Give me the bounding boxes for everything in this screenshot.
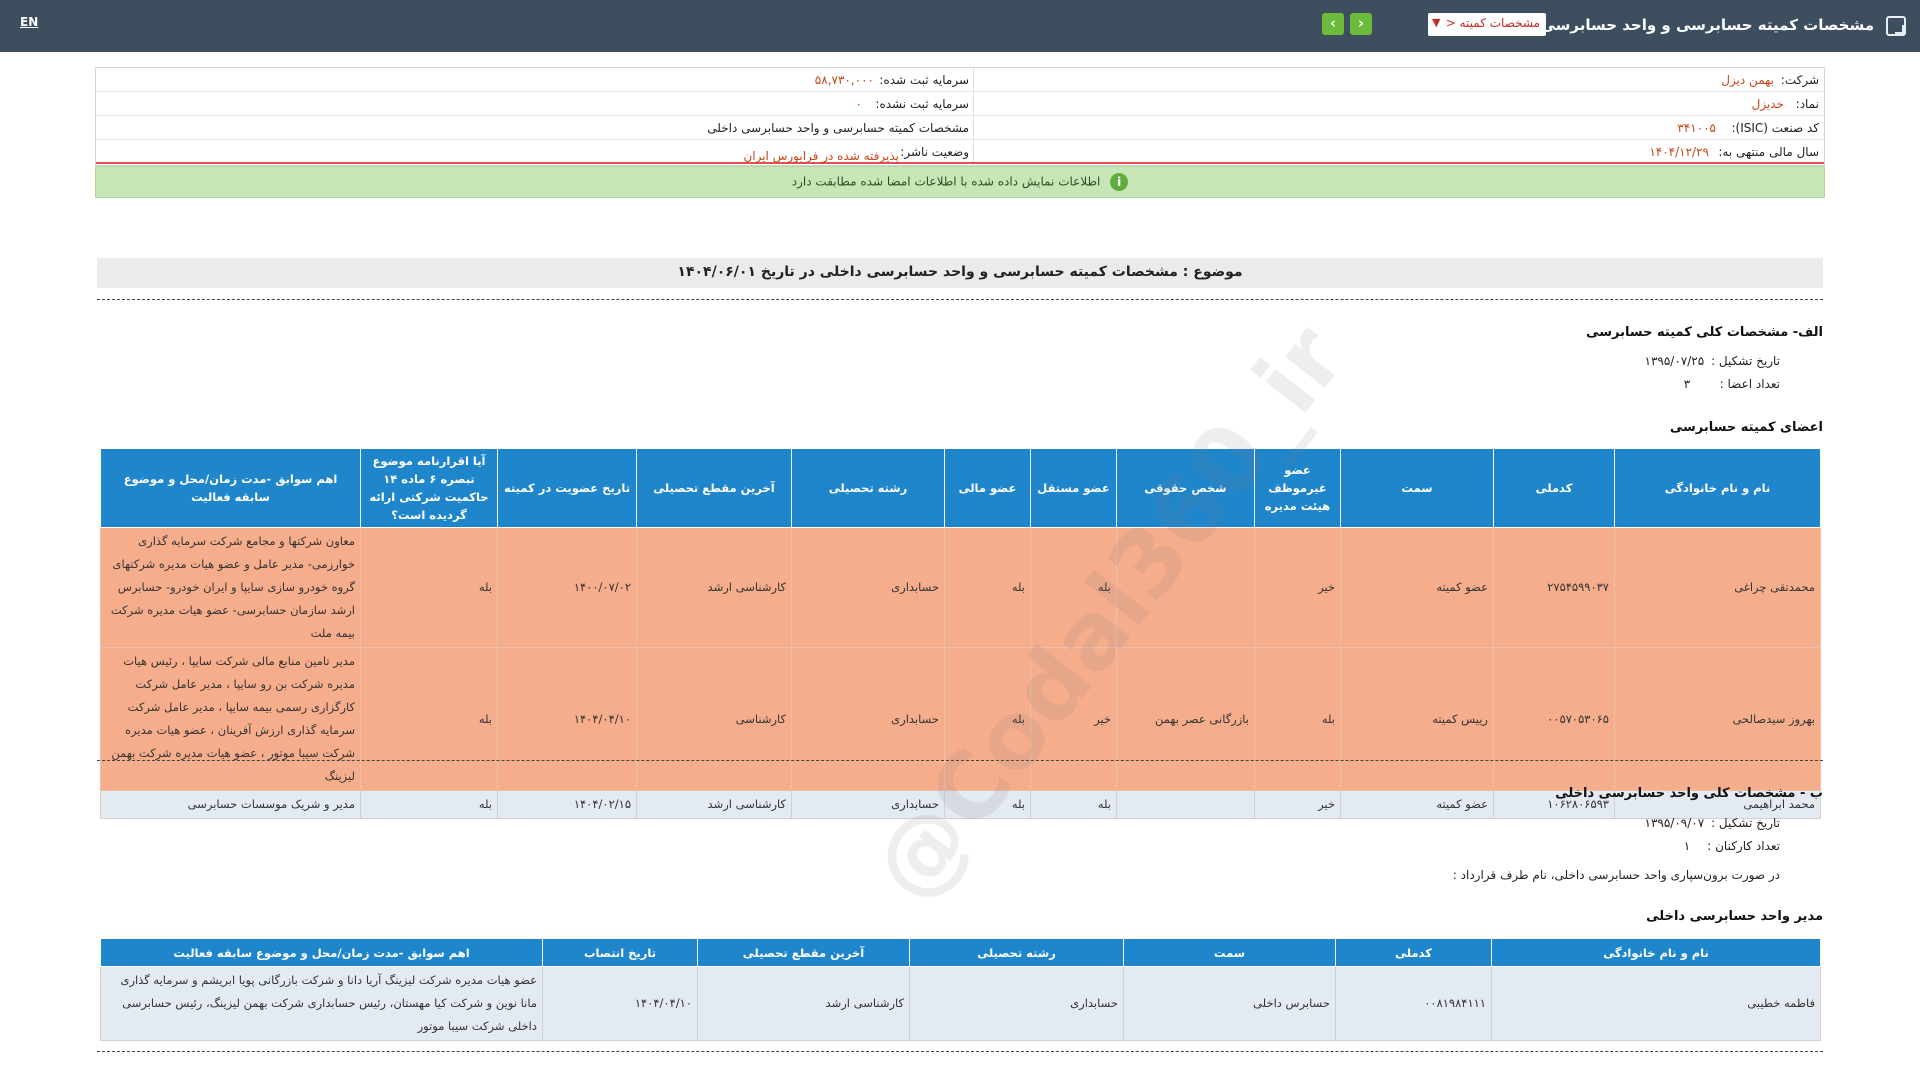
column-header: آخرین مقطع تحصیلی: [636, 448, 792, 528]
section-a-title: الف- مشخصات کلی کمیته حسابرسی: [1586, 325, 1823, 340]
info-icon: i: [1110, 173, 1129, 191]
column-header: تاریخ عضویت در کمیته: [497, 448, 637, 528]
column-header: سمت: [1340, 448, 1494, 528]
column-header: کدملی: [1335, 938, 1492, 967]
column-header: عضو مالی: [944, 448, 1031, 528]
publisher-status-value: پذیرفته شده در فرابورس ایران: [743, 149, 899, 163]
symbol-value[interactable]: خدیزل: [1752, 97, 1784, 111]
company-info-panel: شرکت: بهمن دیزل سرمایه ثبت شده: ۵۸,۷۳۰,۰…: [95, 67, 1825, 166]
page-title: مشخصات کمیته حسابرسی و واحد حسابرسی داخل…: [1490, 16, 1874, 34]
column-header: آیا اقرارنامه موضوع تبصره ۶ ماده ۱۴ حاکم…: [360, 448, 498, 528]
registered-capital-label: سرمایه ثبت شده:: [879, 73, 969, 87]
column-header: آخرین مقطع تحصیلی: [697, 938, 910, 967]
column-header: کدملی: [1493, 448, 1615, 528]
previous-report-button[interactable]: ‹: [1322, 13, 1344, 35]
next-report-button[interactable]: ›: [1350, 13, 1372, 35]
column-header: نام و نام خانوادگی: [1614, 448, 1821, 528]
column-header: رشته تحصیلی: [791, 448, 945, 528]
committee-formation-date: تاریخ تشکیل : ۱۳۹۵/۰۷/۲۵: [1644, 354, 1780, 368]
registered-capital-value: ۵۸,۷۳۰,۰۰۰: [814, 73, 874, 87]
audit-unit-formation-date: تاریخ تشکیل : ۱۳۹۵/۰۹/۰۷: [1644, 816, 1780, 830]
report-type-select-value: مشخصات کمیته: [1459, 16, 1540, 30]
fiscal-year-value: ۱۴۰۴/۱۲/۲۹: [1649, 145, 1709, 159]
column-header: اهم سوابق -مدت زمان/محل و موضوع سابقه فع…: [100, 938, 543, 967]
committee-members-table: نام و نام خانوادگی کدملی سمت عضو غیرموظف…: [100, 448, 1821, 819]
column-header: عضو مستقل: [1030, 448, 1117, 528]
signature-match-alert: i اطلاعات نمایش داده شده با اطلاعات امضا…: [95, 166, 1825, 198]
symbol-label: نماد:: [1795, 97, 1819, 111]
outsourcing-contractor: در صورت برون‌سپاری واحد حسابرسی داخلی، ن…: [1452, 868, 1780, 882]
publisher-status-label: وضعیت ناشر:: [900, 145, 969, 159]
table-header-row: نام و نام خانوادگی کدملی سمت عضو غیرموظف…: [100, 448, 1821, 528]
audit-manager-table: نام و نام خانوادگی کدملی سمت رشته تحصیلی…: [100, 938, 1821, 1041]
table-row: محمدتقی چراغی ۲۷۵۴۵۹۹۰۳۷ عضو کمیته خیر ب…: [100, 527, 1821, 648]
top-bar: EN مشخصات کمیته حسابرسی و واحد حسابرسی د…: [0, 0, 1920, 52]
alert-text: اطلاعات نمایش داده شده با اطلاعات امضا ش…: [791, 174, 1101, 189]
report-subject: موضوع : مشخصات کمیته حسابرسی و واحد حساب…: [97, 258, 1823, 288]
company-value[interactable]: بهمن دیزل: [1721, 73, 1774, 87]
column-header: شخص حقوقی: [1116, 448, 1255, 528]
column-header: سمت: [1123, 938, 1336, 967]
column-header: اهم سوابق -مدت زمان/محل و موضوع سابقه فع…: [100, 448, 361, 528]
language-toggle[interactable]: EN: [20, 15, 38, 29]
divider: [97, 299, 1823, 300]
audit-unit-staff-count: تعداد کارکنان : ۱: [1683, 839, 1780, 853]
unregistered-capital-label: سرمایه ثبت نشده:: [875, 97, 969, 111]
isic-label: کد صنعت (ISIC):: [1731, 121, 1819, 135]
committee-members-count: تعداد اعضا : ۳: [1683, 377, 1780, 391]
isic-value: ۳۴۱۰۰۵: [1677, 121, 1716, 135]
section-b-title: ب - مشخصات کلی واحد حسابرسی داخلی: [1555, 786, 1823, 801]
table-header-row: نام و نام خانوادگی کدملی سمت رشته تحصیلی…: [100, 938, 1821, 967]
audit-manager-title: مدیر واحد حسابرسی داخلی: [1646, 909, 1823, 924]
column-header: رشته تحصیلی: [909, 938, 1124, 967]
column-header: تاریخ انتصاب: [542, 938, 698, 967]
table-row: بهروز سیدصالحی ۰۰۵۷۰۵۳۰۶۵ رییس کمیته بله…: [100, 647, 1821, 791]
committee-members-title: اعضای کمیته حسابرسی: [1669, 420, 1823, 435]
report-type-label: مشخصات کمیته حسابرسی و واحد حسابرسی داخل…: [707, 121, 969, 135]
divider: [97, 760, 1823, 761]
unregistered-capital-value: ۰: [855, 97, 862, 111]
open-new-window-icon[interactable]: [1886, 16, 1906, 36]
chevron-down-icon: ▼: [1432, 16, 1441, 29]
fiscal-year-label: سال مالی منتهی به:: [1718, 145, 1819, 159]
divider: [97, 1051, 1823, 1052]
table-row: فاطمه خطیبی ۰۰۸۱۹۸۴۱۱۱ حسابرس داخلی حساب…: [100, 966, 1821, 1041]
report-type-select[interactable]: ▼ مشخصات کمیته <: [1428, 13, 1546, 36]
column-header: عضو غیرموظف هیئت مدیره: [1254, 448, 1341, 528]
company-label: شرکت:: [1780, 73, 1819, 87]
column-header: نام و نام خانوادگی: [1491, 938, 1821, 967]
